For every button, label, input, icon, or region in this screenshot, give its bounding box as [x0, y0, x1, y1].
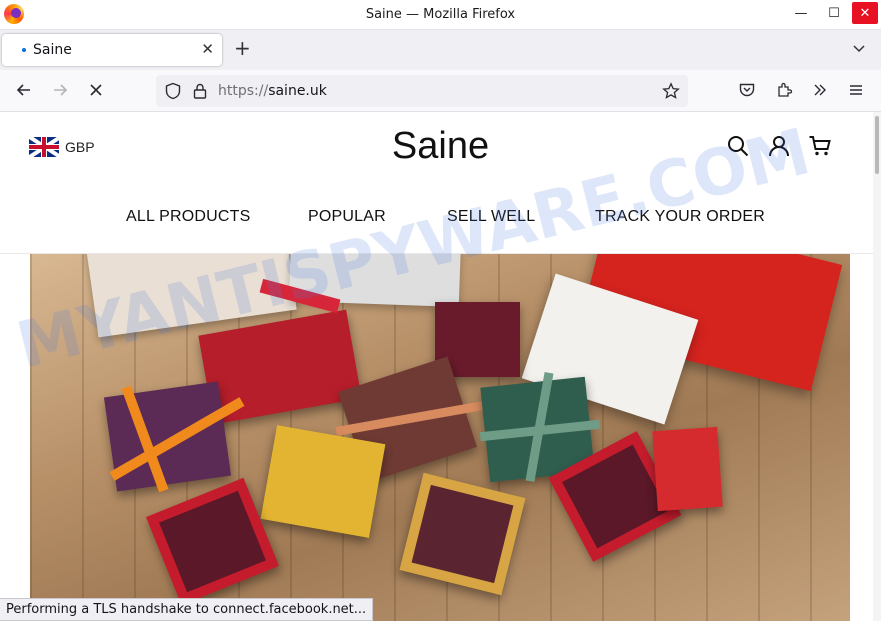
puzzle-piece-icon [778, 82, 793, 97]
tab-strip: Saine ✕ [0, 30, 881, 70]
bookmark-star-icon[interactable] [662, 82, 680, 100]
app-menu-button[interactable] [844, 78, 868, 102]
window-title: Saine — Mozilla Firefox [365, 7, 516, 22]
chevron-down-icon [853, 45, 865, 53]
close-tab-button[interactable]: ✕ [201, 40, 214, 58]
status-bar: Performing a TLS handshake to connect.fa… [0, 598, 374, 621]
url-host: saine.uk [268, 83, 327, 99]
loading-dot-icon [22, 48, 26, 52]
menu-popular[interactable]: POPULAR [308, 208, 386, 226]
minimize-button[interactable]: — [786, 0, 816, 26]
web-page: GBP Saine ALL PRODUCTS POPULAR SELL WELL… [0, 112, 881, 621]
menu-sell-well[interactable]: SELL WELL [447, 208, 535, 226]
back-button[interactable] [12, 78, 36, 102]
cart-icon[interactable] [808, 134, 832, 158]
red-box-lid [652, 426, 723, 512]
list-all-tabs-button[interactable] [851, 40, 867, 60]
url-bar[interactable]: https://saine.uk [156, 75, 688, 107]
extensions-button[interactable] [772, 78, 796, 102]
forward-arrow-icon [54, 84, 68, 96]
hamburger-menu-icon [850, 85, 862, 95]
back-arrow-icon [16, 84, 30, 96]
stop-icon [90, 84, 102, 96]
pocket-icon [739, 83, 755, 97]
earrings-box [399, 472, 526, 596]
tab-saine[interactable]: Saine ✕ [2, 34, 222, 66]
main-menu: ALL PRODUCTS POPULAR SELL WELL TRACK YOU… [0, 208, 873, 230]
hero-banner-image[interactable] [30, 254, 850, 621]
page-scrollbar[interactable] [873, 112, 881, 621]
pocket-button[interactable] [735, 78, 759, 102]
url-scheme: https:// [218, 83, 269, 99]
navigation-toolbar: https://saine.uk [0, 70, 881, 112]
close-window-button[interactable]: ✕ [852, 2, 878, 24]
stop-button[interactable] [84, 78, 108, 102]
window-titlebar: Saine — Mozilla Firefox — ☐ ✕ [0, 0, 881, 30]
new-tab-button[interactable]: + [234, 38, 251, 58]
search-icon[interactable] [726, 134, 750, 158]
tracking-shield-icon[interactable] [164, 82, 182, 100]
scrollbar-thumb[interactable] [875, 116, 879, 174]
double-chevron-right-icon [814, 84, 826, 96]
url-text[interactable]: https://saine.uk [218, 83, 327, 99]
more-tools-button[interactable] [808, 78, 832, 102]
tab-label: Saine [33, 42, 72, 58]
account-icon[interactable] [767, 134, 791, 158]
menu-track-your-order[interactable]: TRACK YOUR ORDER [595, 208, 765, 226]
uk-flag-icon [29, 137, 59, 157]
lock-icon[interactable] [192, 82, 208, 100]
ring-box-left [146, 477, 279, 606]
menu-all-products[interactable]: ALL PRODUCTS [126, 208, 251, 226]
forward-button[interactable] [48, 78, 72, 102]
yellow-gift-box [260, 425, 386, 538]
maximize-button[interactable]: ☐ [819, 0, 849, 26]
